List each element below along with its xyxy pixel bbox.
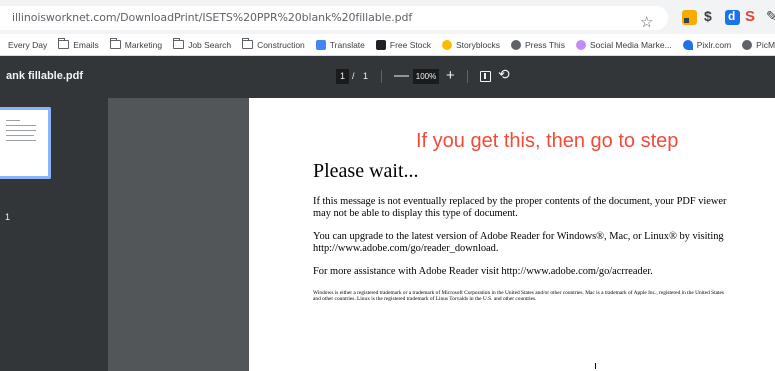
bookmark-label: Construction	[257, 39, 305, 50]
thumbnail-page-number: 1	[5, 212, 11, 222]
thumbnail-line	[6, 140, 36, 141]
star-icon[interactable]: ☆	[640, 15, 653, 30]
extension-3-icon[interactable]	[725, 9, 740, 25]
picmark-icon	[742, 39, 753, 50]
document-heading: Please wait...	[313, 160, 419, 182]
bookmark-label: Social Media Marke...	[589, 39, 672, 50]
bookmark-label: Marketing	[124, 39, 163, 50]
bookmark-label: Free Stock	[389, 39, 432, 50]
bookmark-every-day[interactable]: Every Day	[8, 40, 47, 50]
bookmarks-bar: Every Day Emails Marketing Job Search Co…	[0, 34, 775, 56]
bookmark-storyblocks[interactable]: Storyblocks	[442, 39, 500, 50]
bookmark-press-this[interactable]: Press This	[510, 39, 565, 50]
thumbnail-line	[6, 135, 34, 136]
zoom-out-button[interactable]: —	[394, 66, 409, 86]
trademark-fine-print: Windows is either a registered trademark…	[313, 290, 724, 303]
bookmark-free-stock[interactable]: Free Stock	[375, 39, 432, 50]
social-icon	[575, 39, 586, 50]
bookmark-folder-job-search[interactable]: Job Search	[173, 38, 232, 50]
thumbnail-line	[6, 125, 36, 126]
document-paragraph: You can upgrade to the latest version of…	[313, 231, 724, 254]
bookmark-label: PicMark	[756, 39, 775, 50]
folder-icon	[58, 38, 70, 49]
bookmark-picmark[interactable]: PicMark	[742, 39, 775, 50]
bookmark-folder-emails[interactable]: Emails	[58, 38, 99, 50]
pixlr-icon	[682, 39, 693, 50]
bookmark-label: Storyblocks	[456, 39, 500, 50]
bookmark-social-media[interactable]: Social Media Marke...	[575, 39, 672, 50]
fit-to-page-icon[interactable]	[480, 71, 491, 82]
zoom-in-button[interactable]: +	[446, 66, 455, 86]
extension-5-icon[interactable]: ✎	[766, 8, 775, 24]
document-paragraph: For more assistance with Adobe Reader vi…	[313, 266, 653, 277]
rotate-icon[interactable]: ⟲	[498, 67, 510, 81]
zoom-level-input[interactable]: 100%	[413, 69, 439, 84]
overlay-note: If you get this, then go to step	[416, 130, 679, 152]
viewer-background	[108, 98, 249, 371]
translate-icon	[315, 39, 326, 50]
document-paragraph: If this message is not eventually replac…	[313, 196, 727, 219]
toolbar-divider	[381, 70, 382, 83]
pdf-page: If you get this, then go to step Please …	[249, 98, 775, 371]
press-icon	[510, 39, 521, 50]
bookmark-translate[interactable]: Translate	[315, 39, 365, 50]
page-total: 1	[363, 71, 369, 81]
browser-address-bar: illinoisworknet.com/DownloadPrint/ISETS%…	[0, 0, 775, 34]
pdf-toolbar: ank fillable.pdf 1 / 1 — 100% + ⟲	[0, 56, 775, 98]
page-separator: /	[352, 71, 355, 81]
folder-icon	[109, 38, 121, 49]
url-field[interactable]: illinoisworknet.com/DownloadPrint/ISETS%…	[0, 6, 668, 30]
extension-1-icon[interactable]	[682, 10, 697, 25]
extension-2-icon[interactable]: $	[704, 8, 719, 24]
bookmark-label: Pixlr.com	[696, 39, 732, 50]
folder-icon	[173, 38, 185, 49]
extension-4-icon[interactable]: S	[745, 8, 760, 25]
toolbar-divider	[467, 70, 468, 83]
bookmark-pixlr[interactable]: Pixlr.com	[682, 39, 732, 50]
page-thumbnail[interactable]	[0, 107, 51, 179]
bookmark-folder-marketing[interactable]: Marketing	[109, 38, 163, 50]
bookmark-folder-construction[interactable]: Construction	[242, 38, 305, 50]
storyblocks-icon	[442, 39, 453, 50]
thumbnail-line	[6, 130, 36, 131]
pdf-title: ank fillable.pdf	[6, 70, 84, 82]
bookmark-label: Every Day	[8, 39, 48, 50]
text-cursor	[595, 363, 596, 369]
bookmark-label: Press This	[524, 39, 565, 50]
bookmark-label: Emails	[73, 39, 99, 50]
bookmark-label: Job Search	[188, 39, 232, 50]
page-number-input[interactable]: 1	[336, 69, 349, 84]
folder-icon	[242, 38, 254, 49]
url-text[interactable]: illinoisworknet.com/DownloadPrint/ISETS%…	[12, 11, 412, 24]
freestock-icon	[375, 39, 386, 50]
bookmark-label: Translate	[329, 39, 365, 50]
thumbnail-sidebar: 1	[0, 98, 108, 371]
thumbnail-line	[6, 120, 20, 121]
